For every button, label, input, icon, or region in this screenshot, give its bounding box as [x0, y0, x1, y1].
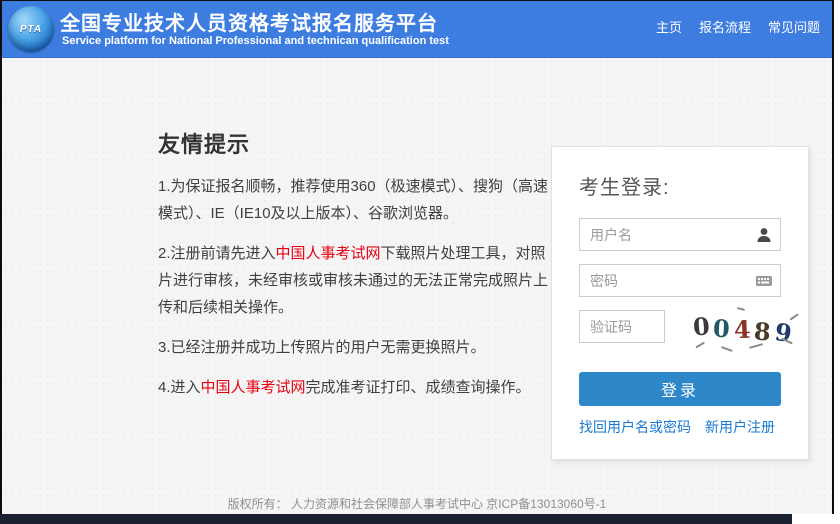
captcha-digit: 0: [712, 314, 730, 344]
nav-faq-link[interactable]: 常见问题: [768, 17, 820, 36]
captcha-digit: 4: [733, 315, 751, 345]
captcha-digit: 0: [692, 311, 711, 341]
site-title: 全国专业技术人员资格考试报名服务平台: [60, 7, 438, 36]
site-frame: PTA 全国专业技术人员资格考试报名服务平台 Service platform …: [0, 0, 834, 514]
login-panel: 考生登录:: [551, 146, 809, 460]
pta-logo-text: PTA: [20, 24, 42, 35]
password-row: [579, 264, 781, 297]
nav-process-link[interactable]: 报名流程: [699, 17, 751, 36]
cpta-site-link-2[interactable]: 中国人事考试网: [201, 379, 306, 396]
tip-4-text-after: 完成准考证打印、成绩查询操作。: [306, 379, 531, 396]
page: PTA 全国专业技术人员资格考试报名服务平台 Service platform …: [0, 0, 840, 524]
friendly-tips: 友情提示 1.为保证报名顺畅，推荐使用360（极速模式）、搜狗（高速模式）、IE…: [158, 127, 550, 414]
password-input[interactable]: [579, 264, 781, 297]
header-nav: 主页 报名流程 常见问题: [656, 17, 820, 36]
captcha-input[interactable]: [579, 310, 665, 343]
tip-2-text-before: 2.注册前请先进入: [158, 245, 276, 262]
captcha-noise: [737, 307, 745, 311]
register-link[interactable]: 新用户注册: [705, 417, 775, 437]
captcha-noise: [695, 342, 704, 348]
nav-home-link[interactable]: 主页: [656, 17, 682, 36]
tip-1-text: 1.为保证报名顺畅，推荐使用360（极速模式）、搜狗（高速模式）、IE（IE10…: [158, 178, 548, 222]
site-subtitle: Service platform for National Profession…: [62, 35, 449, 47]
login-button[interactable]: 登录: [579, 372, 781, 406]
keyboard-icon: [755, 272, 773, 290]
copyright-notice: 版权所有： 人力资源和社会保障部人事考试中心 京ICP备13013060号-1: [2, 495, 832, 512]
tip-4-text-before: 4.进入: [158, 379, 201, 396]
forgot-password-link[interactable]: 找回用户名或密码: [579, 417, 691, 437]
bottom-bar: [0, 514, 792, 524]
login-heading: 考生登录:: [579, 171, 781, 200]
captcha-row: 0 0 4 8 9: [579, 310, 781, 343]
captcha-digit: 8: [753, 316, 772, 346]
site-header: PTA 全国专业技术人员资格考试报名服务平台 Service platform …: [2, 1, 832, 58]
login-links: 找回用户名或密码 新用户注册: [579, 417, 781, 437]
username-input[interactable]: [579, 218, 781, 251]
tip-item-1: 1.为保证报名顺畅，推荐使用360（极速模式）、搜狗（高速模式）、IE（IE10…: [158, 173, 550, 227]
user-icon: [755, 226, 773, 244]
captcha-noise: [721, 346, 733, 352]
tip-item-4: 4.进入中国人事考试网完成准考证打印、成绩查询操作。: [158, 374, 550, 401]
pta-logo: PTA: [8, 6, 54, 52]
tips-heading: 友情提示: [158, 127, 550, 159]
captcha-noise: [789, 313, 798, 320]
captcha-image[interactable]: 0 0 4 8 9: [691, 304, 801, 350]
tip-3-text: 3.已经注册并成功上传照片的用户无需更换照片。: [158, 339, 486, 356]
tip-item-2: 2.注册前请先进入中国人事考试网下载照片处理工具，对照片进行审核，未经审核或审核…: [158, 240, 550, 321]
tip-item-3: 3.已经注册并成功上传照片的用户无需更换照片。: [158, 334, 550, 361]
cpta-site-link[interactable]: 中国人事考试网: [276, 245, 381, 262]
username-row: [579, 218, 781, 251]
